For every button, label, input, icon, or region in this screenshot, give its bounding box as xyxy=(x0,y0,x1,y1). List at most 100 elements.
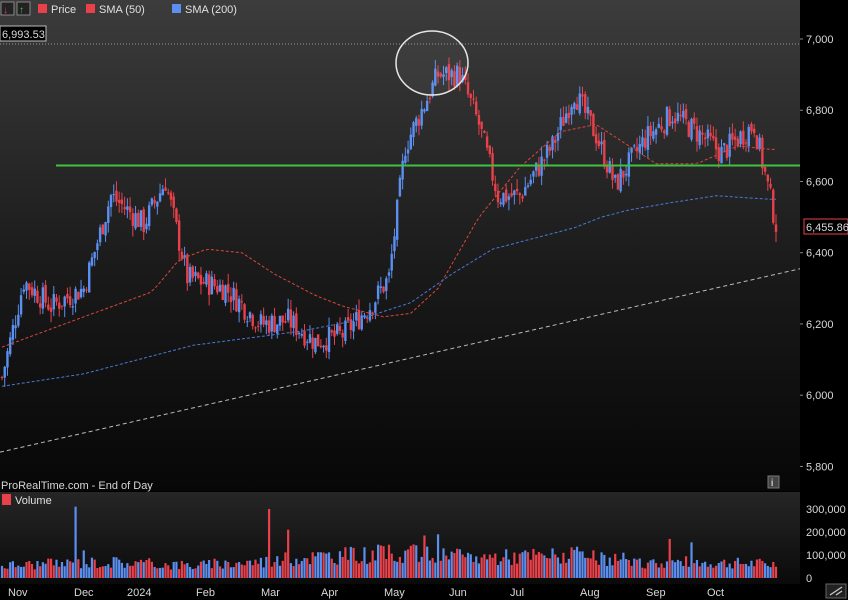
volume-bar xyxy=(390,553,393,578)
volume-bar xyxy=(213,558,216,578)
candle-body xyxy=(758,137,761,150)
volume-bar xyxy=(750,560,753,578)
candle-body xyxy=(521,196,524,199)
candle-body xyxy=(221,284,224,301)
candle-body xyxy=(693,117,696,124)
candle-body xyxy=(420,108,423,126)
candle-body xyxy=(265,320,268,325)
candle-body xyxy=(25,282,28,291)
candle-body xyxy=(104,222,107,236)
volume-bar xyxy=(303,558,306,578)
volume-bar xyxy=(723,559,726,578)
volume-bar xyxy=(71,562,74,578)
candle-body xyxy=(687,121,690,137)
volume-bar xyxy=(728,563,731,578)
candle-body xyxy=(611,164,614,180)
candle-body xyxy=(175,208,178,223)
volume-bar xyxy=(477,563,481,578)
volume-bar xyxy=(153,567,156,578)
candle-body xyxy=(518,193,522,196)
candle-body xyxy=(665,107,669,135)
candle-body xyxy=(161,189,164,196)
candle-body xyxy=(71,306,75,308)
volume-bar xyxy=(218,566,222,578)
candle-body xyxy=(564,113,568,123)
legend-sma200-label[interactable]: SMA (200) xyxy=(185,4,237,16)
volume-bar xyxy=(349,546,352,578)
volume-bar xyxy=(322,552,325,578)
candle-body xyxy=(82,288,85,293)
candle-body xyxy=(586,106,590,114)
volume-bar xyxy=(635,559,639,578)
volume-bar xyxy=(123,567,126,578)
candle-body xyxy=(387,272,391,276)
volume-bar xyxy=(562,552,565,578)
volume-bar xyxy=(60,561,64,578)
volume-bar xyxy=(385,558,388,578)
candle-body xyxy=(232,287,235,301)
volume-bar xyxy=(600,552,603,578)
volume-bar xyxy=(565,562,568,578)
candle-body xyxy=(17,314,20,326)
candle-body xyxy=(712,135,715,139)
volume-bar xyxy=(469,554,472,578)
volume-bar xyxy=(614,553,617,578)
volume-bar xyxy=(175,561,178,578)
candle-body xyxy=(44,284,47,303)
candle-body xyxy=(88,262,91,293)
candle-body xyxy=(58,302,61,309)
volume-bar xyxy=(595,560,598,578)
legend-sma50-label[interactable]: SMA (50) xyxy=(99,4,145,16)
candle-body xyxy=(428,97,432,100)
volume-bar xyxy=(374,560,377,578)
candle-body xyxy=(270,315,274,332)
volume-bar xyxy=(238,562,241,578)
candle-body xyxy=(256,325,260,327)
candle-body xyxy=(355,312,358,320)
candle-body xyxy=(524,187,527,196)
candle-body xyxy=(485,136,489,148)
volume-bar xyxy=(739,563,742,578)
volume-bar xyxy=(445,555,448,578)
volume-bar xyxy=(548,558,551,578)
volume-bar xyxy=(742,564,745,578)
legend-volume-label[interactable]: Volume xyxy=(15,495,52,507)
candle-body xyxy=(213,279,216,287)
volume-bar xyxy=(227,561,230,578)
volume-bar xyxy=(515,563,519,578)
volume-bar xyxy=(17,565,20,578)
candle-body xyxy=(554,139,557,143)
volume-bar xyxy=(74,506,77,578)
resize-handle-icon[interactable] xyxy=(825,583,847,599)
volume-bar xyxy=(178,569,181,578)
candle-body xyxy=(325,345,328,351)
candle-body xyxy=(466,82,470,95)
candle-body xyxy=(649,125,652,137)
legend-price-label[interactable]: Price xyxy=(51,4,76,16)
candle-body xyxy=(8,337,12,355)
down-arrow-icon[interactable]: ↓ xyxy=(3,5,8,16)
volume-bar xyxy=(344,547,347,578)
volume-bar xyxy=(202,560,205,578)
volume-bar xyxy=(559,563,562,578)
volume-bar xyxy=(491,557,494,578)
candle-body xyxy=(763,167,767,172)
candle-body xyxy=(360,315,363,330)
volume-bar xyxy=(311,552,314,578)
candle-body xyxy=(728,133,731,157)
candle-body xyxy=(273,315,276,333)
price-chart[interactable]: 7,000 6,800 6,600 6,400 6,200 6,000 5,800 300,… xyxy=(0,0,848,600)
info-icon[interactable]: i xyxy=(767,475,780,489)
candle-body xyxy=(425,100,429,112)
volume-bar xyxy=(366,563,369,578)
volume-bar xyxy=(112,557,115,578)
volume-bar xyxy=(633,558,636,578)
volume-bar xyxy=(428,560,431,578)
volume-bar xyxy=(436,534,440,578)
high-marker-value: 6,993.53 xyxy=(2,29,45,41)
volume-bar xyxy=(161,567,164,578)
up-arrow-icon[interactable]: ↑ xyxy=(19,5,24,16)
volume-bar xyxy=(120,562,124,578)
candle-body xyxy=(597,140,601,147)
candle-body xyxy=(278,315,282,326)
